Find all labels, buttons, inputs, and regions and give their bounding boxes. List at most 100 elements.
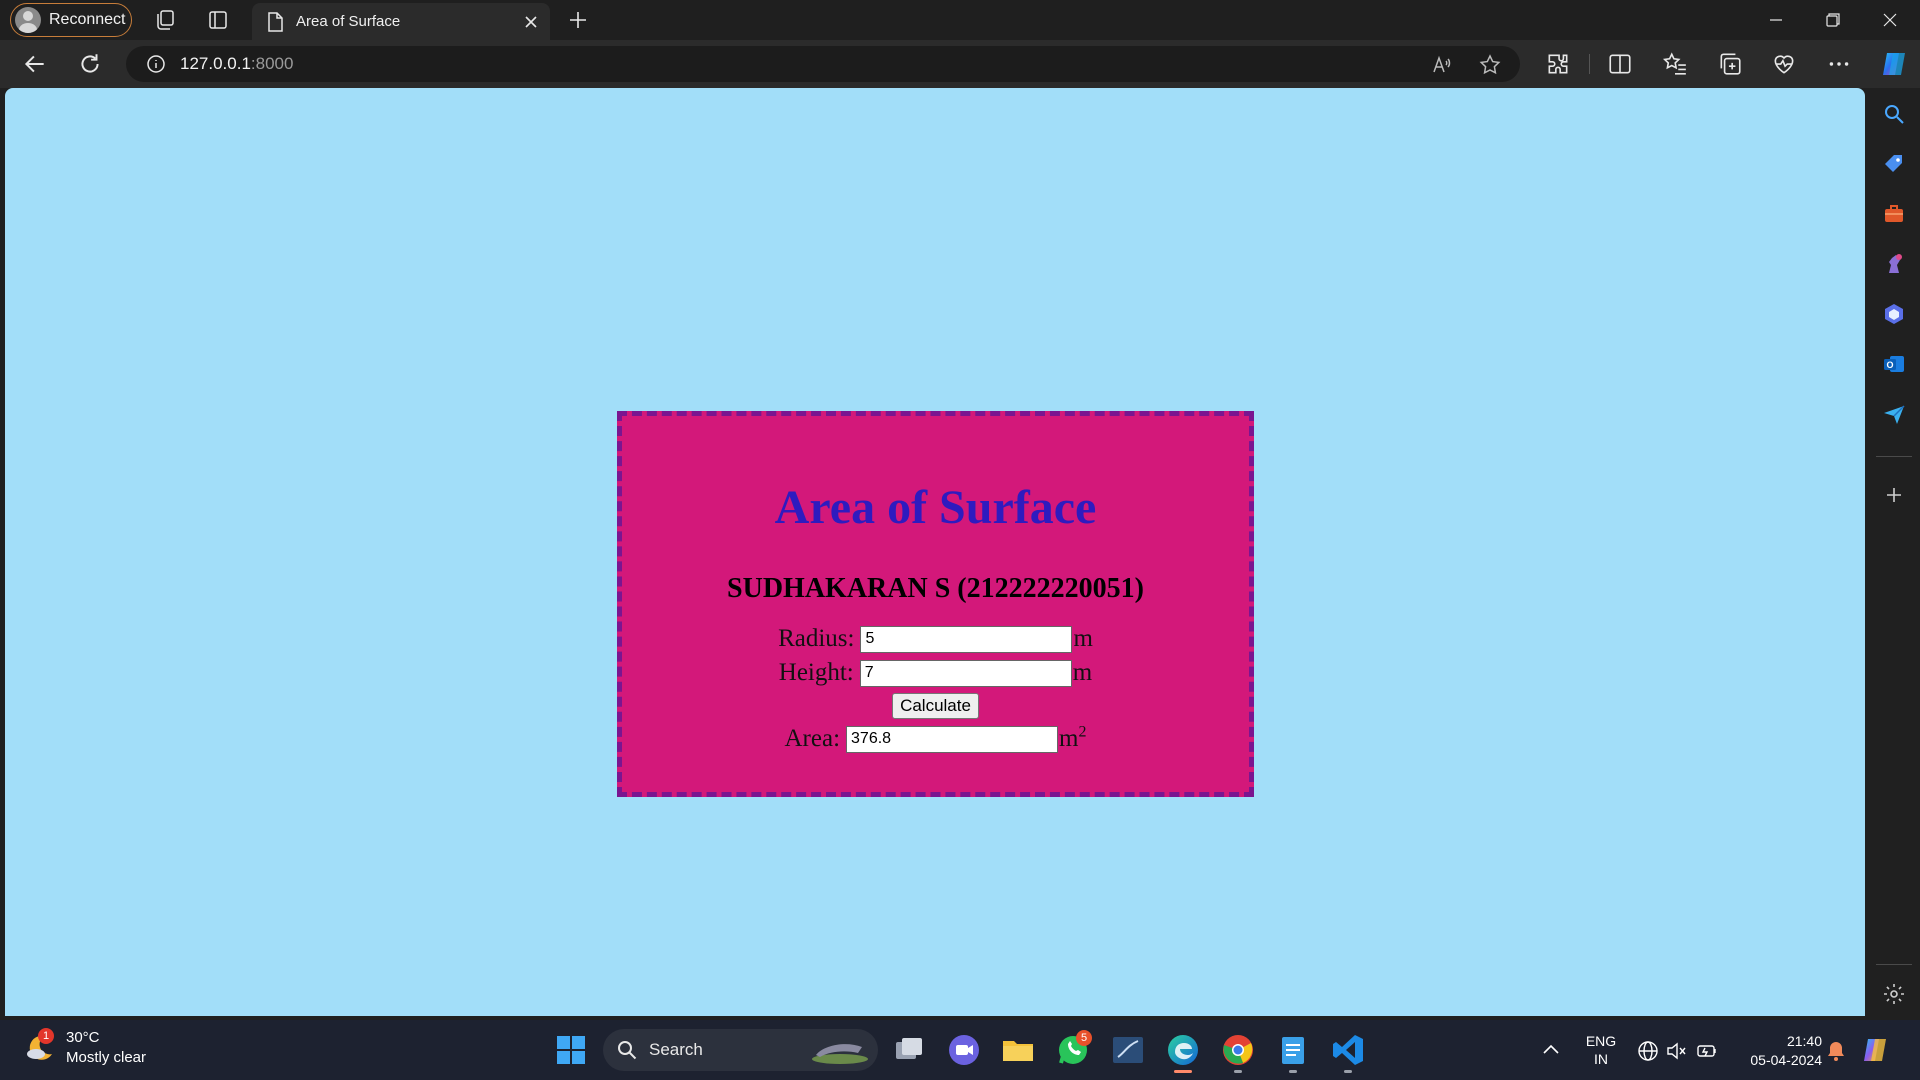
avatar: [15, 7, 41, 33]
area-unit-exponent: 2: [1078, 723, 1087, 741]
chrome-indicator: [1234, 1070, 1242, 1073]
volume-muted-icon[interactable]: [1665, 1040, 1687, 1062]
area-output[interactable]: [846, 725, 1059, 753]
surface-area-form: Area of Surface SUDHAKARAN S (2122222200…: [617, 411, 1254, 797]
battery-icon[interactable]: [1695, 1040, 1719, 1062]
system-clock[interactable]: 21:40 05-04-2024: [1730, 1032, 1822, 1070]
send-drop-icon[interactable]: [1882, 402, 1906, 426]
language-region: IN: [1594, 1051, 1608, 1067]
favorites-icon[interactable]: [1662, 51, 1688, 77]
collections-icon[interactable]: [1717, 51, 1743, 77]
file-explorer-icon[interactable]: [1000, 1032, 1036, 1068]
weather-widget[interactable]: 1 30°C Mostly clear: [24, 1028, 146, 1068]
tab-actions-icon[interactable]: [206, 8, 230, 32]
task-view-icon[interactable]: [891, 1032, 927, 1068]
page-icon: [268, 11, 283, 32]
close-tab-icon[interactable]: [516, 7, 546, 37]
page-viewport: Area of Surface SUDHAKARAN S (2122222200…: [5, 88, 1865, 1016]
add-sidebar-app-icon[interactable]: [1882, 483, 1906, 507]
height-label: Height:: [778, 659, 854, 686]
teams-meet-icon[interactable]: [946, 1032, 982, 1068]
sidebar-settings-icon[interactable]: [1882, 982, 1906, 1006]
sidebar-divider-bottom: [1876, 964, 1912, 965]
profile-label: Reconnect: [49, 11, 126, 28]
windows-taskbar: 1 30°C Mostly clear Search 5 ENG IN 21:4…: [0, 1020, 1920, 1080]
area-row: Area: m2: [622, 723, 1249, 753]
new-tab-icon[interactable]: [566, 8, 590, 32]
sidebar-divider: [1876, 456, 1912, 457]
tab-area-of-surface[interactable]: Area of Surface: [252, 3, 550, 40]
search-label: Search: [649, 1040, 703, 1059]
microsoft-365-icon[interactable]: [1882, 302, 1906, 326]
height-unit: m: [1072, 659, 1093, 686]
browser-essentials-icon[interactable]: [1771, 51, 1797, 77]
whatsapp-badge: 5: [1076, 1030, 1092, 1046]
clock-time: 21:40: [1786, 1033, 1822, 1049]
refresh-icon[interactable]: [77, 51, 103, 77]
toolbar-divider: [1589, 54, 1590, 74]
radius-unit: m: [1073, 625, 1093, 652]
clock-date: 05-04-2024: [1750, 1052, 1822, 1068]
browser-toolbar: 127.0.0.1:8000: [0, 40, 1920, 88]
site-info-icon[interactable]: [146, 54, 166, 74]
weather-description: Mostly clear: [66, 1049, 147, 1066]
read-aloud-icon[interactable]: [1430, 53, 1454, 77]
language-code: ENG: [1585, 1033, 1617, 1049]
workspaces-icon[interactable]: [153, 8, 177, 32]
edge-active-indicator: [1174, 1070, 1192, 1073]
title-bar: Reconnect Area of Surface: [0, 0, 1920, 40]
vscode-indicator: [1344, 1070, 1352, 1073]
weather-moon-icon: 1: [24, 1028, 56, 1064]
radius-label: Radius:: [778, 625, 855, 652]
height-row: Height: m: [622, 659, 1249, 687]
notification-bell-icon[interactable]: [1826, 1040, 1846, 1062]
weather-temperature: 30°C: [66, 1029, 100, 1046]
vscode-icon[interactable]: [1330, 1032, 1366, 1068]
height-input[interactable]: [859, 659, 1072, 687]
search-icon: [618, 1041, 637, 1060]
search-icon[interactable]: [1882, 102, 1906, 126]
profile-button[interactable]: Reconnect: [10, 3, 132, 37]
area-label: Area:: [784, 725, 841, 752]
split-screen-icon[interactable]: [1607, 51, 1633, 77]
url-port: :8000: [250, 54, 294, 73]
more-options-icon[interactable]: [1826, 51, 1852, 77]
notepad-icon[interactable]: [1275, 1032, 1311, 1068]
url-host: 127.0.0.1: [180, 54, 251, 73]
tools-briefcase-icon[interactable]: [1882, 202, 1906, 226]
extensions-icon[interactable]: [1545, 51, 1571, 77]
page-heading: Area of Surface: [774, 481, 1097, 534]
close-window-icon[interactable]: [1870, 6, 1910, 34]
edge-browser-icon[interactable]: [1165, 1032, 1201, 1068]
area-unit-base: m: [1059, 725, 1079, 752]
radius-row: Radius: m: [622, 625, 1249, 653]
language-indicator[interactable]: ENG IN: [1583, 1032, 1619, 1068]
calculate-row: Calculate: [622, 693, 1249, 719]
svg-text:O: O: [1886, 360, 1893, 370]
search-highlight-icon: [812, 1044, 868, 1064]
restore-icon[interactable]: [1813, 6, 1853, 34]
chrome-icon[interactable]: [1220, 1032, 1256, 1068]
show-hidden-icons-icon[interactable]: [1542, 1042, 1560, 1056]
games-icon[interactable]: [1882, 252, 1906, 276]
tab-title: Area of Surface: [296, 13, 401, 30]
windows-start-icon[interactable]: [555, 1034, 587, 1066]
calculate-button[interactable]: Calculate: [892, 693, 979, 719]
copilot-preview-icon[interactable]: [1862, 1036, 1892, 1064]
student-name: SUDHAKARAN S (212222220051): [727, 573, 1144, 604]
radius-input[interactable]: [860, 625, 1073, 653]
network-globe-icon[interactable]: [1637, 1040, 1659, 1062]
notepad-indicator: [1289, 1070, 1297, 1073]
weather-badge: 1: [38, 1028, 54, 1044]
area-unit: m2: [1059, 723, 1087, 753]
outlook-icon[interactable]: O: [1882, 352, 1906, 376]
taskbar-search[interactable]: Search: [603, 1029, 878, 1071]
back-icon[interactable]: [22, 51, 48, 77]
edge-sidebar: O: [1868, 88, 1920, 1020]
favorite-star-icon[interactable]: [1478, 53, 1502, 77]
minimize-icon[interactable]: [1756, 6, 1796, 34]
copilot-icon[interactable]: [1879, 49, 1909, 79]
address-bar[interactable]: 127.0.0.1:8000: [126, 46, 1520, 82]
sql-tool-icon[interactable]: [1110, 1032, 1146, 1068]
shopping-tag-icon[interactable]: [1882, 152, 1906, 176]
